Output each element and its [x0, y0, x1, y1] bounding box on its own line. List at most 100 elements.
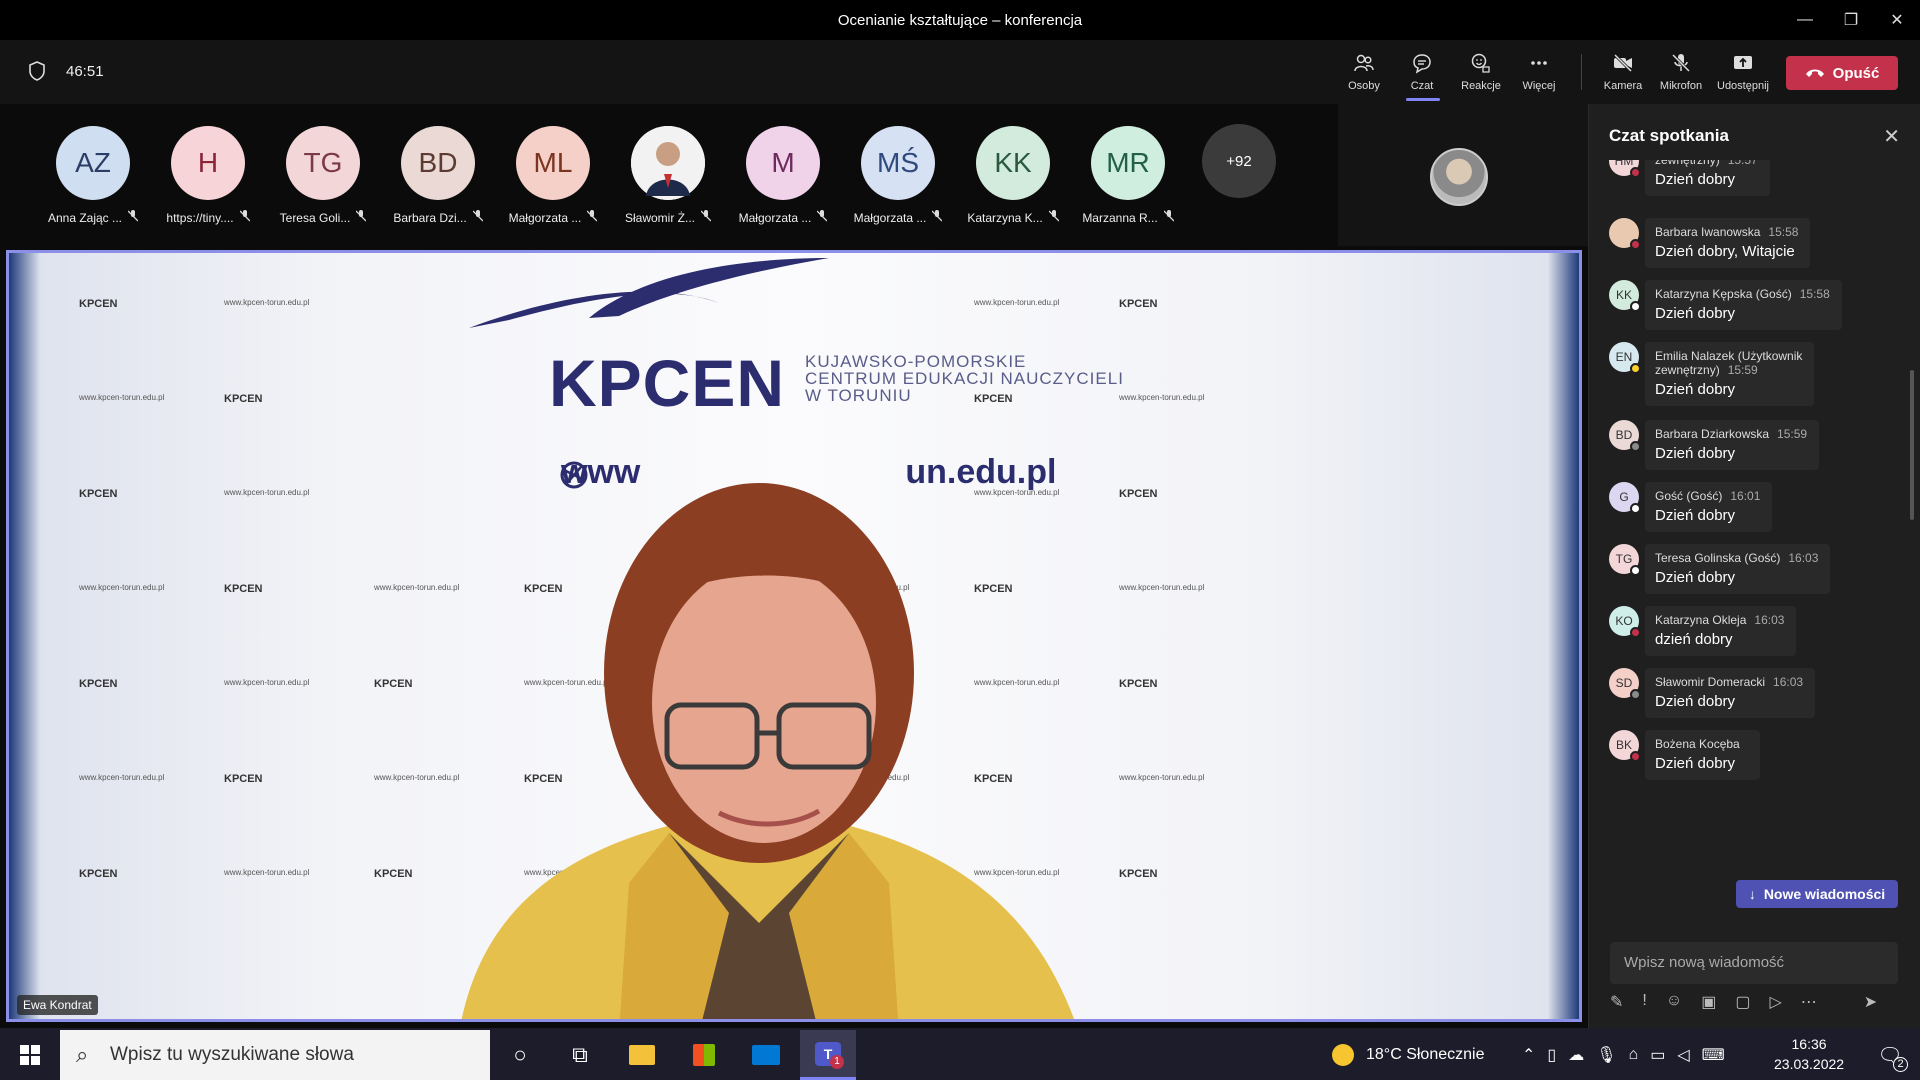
chat-avatar-initials: EN [1615, 350, 1633, 364]
ellipsis-tools-icon[interactable]: ⋯ [1801, 992, 1817, 1016]
chat-message[interactable]: G Gość (Gość) 16:01 Dzień dobry [1609, 482, 1773, 532]
muted-mic-icon [816, 210, 828, 225]
teams-badge: 1 [830, 1055, 844, 1069]
store-icon[interactable] [676, 1030, 732, 1080]
cortana-icon[interactable]: ○ [492, 1030, 548, 1080]
emoji-icon[interactable]: ☺ [1666, 992, 1682, 1016]
teams-taskbar-icon[interactable]: T 1 [800, 1030, 856, 1080]
participant-tile[interactable]: AZ Anna Zając ... [38, 126, 148, 225]
reactions-label: Reakcje [1461, 80, 1501, 92]
loop-icon[interactable]: ▷ [1769, 992, 1781, 1016]
mail-icon[interactable] [738, 1030, 794, 1080]
volume-icon[interactable]: ◁ [1677, 1045, 1689, 1065]
close-window-button[interactable]: ✕ [1874, 0, 1920, 40]
microphone-tray-icon[interactable]: 🎙 [1596, 1045, 1616, 1065]
participant-tile[interactable]: Hhttps://tiny.... [153, 126, 263, 225]
tray-chevron-icon[interactable]: ⌃ [1522, 1045, 1535, 1065]
chat-message[interactable]: BD Barbara Dziarkowska 15:59 Dzień dobry [1609, 420, 1820, 470]
chat-avatar-initials: BD [1615, 428, 1633, 442]
chat-compose-input[interactable]: Wpisz nową wiadomość [1610, 942, 1898, 984]
chat-avatar: BK [1609, 730, 1641, 762]
chat-message[interactable]: Barbara Iwanowska 15:58 Dzień dobry, Witaj… [1609, 218, 1811, 268]
participant-tile[interactable]: BD Barbara Dzi... [383, 126, 493, 225]
format-icon[interactable]: ✎ [1610, 992, 1623, 1016]
share-button[interactable]: Udostępnij [1715, 52, 1771, 100]
chat-message[interactable]: BK Bożena Kocęba Dzień dobry [1609, 730, 1760, 780]
onedrive-icon[interactable]: ☁ [1568, 1045, 1584, 1065]
weather-widget[interactable]: 18°C Słonecznie [1332, 1030, 1484, 1080]
mic-label: Mikrofon [1659, 80, 1703, 92]
wall-url: www.kpcen-torun.edu.pl [79, 393, 165, 402]
more-button[interactable]: Więcej [1511, 52, 1567, 100]
participant-avatar: ML [516, 126, 590, 200]
participant-tile[interactable]: MŚ Małgorzata ... [843, 126, 953, 225]
restore-button[interactable]: ❐ [1828, 0, 1874, 40]
chat-bubble: Barbara Iwanowska 15:58 Dzień dobry, Witaj… [1645, 218, 1811, 268]
participant-name: Teresa Goli... [280, 210, 367, 225]
important-icon[interactable]: ! [1642, 992, 1646, 1016]
notifications-icon[interactable]: 🗨 2 [1862, 1030, 1918, 1080]
participant-avatar: MR [1091, 126, 1165, 200]
chat-text: Dzień dobry [1655, 693, 1736, 710]
ellipsis-icon [1531, 61, 1547, 65]
shield-icon[interactable] [28, 61, 46, 81]
mic-off-icon [1671, 53, 1691, 73]
taskbar-search-input[interactable]: ⌕ Wpisz tu wyszukiwane słowa [60, 1030, 490, 1080]
send-icon[interactable]: ➤ [1864, 992, 1877, 1016]
chat-message[interactable]: SD Sławomir Domeracki 16:03 Dzień dobry [1609, 668, 1816, 718]
sticker-icon[interactable]: ▢ [1735, 992, 1750, 1016]
windows-start-icon[interactable] [2, 1030, 58, 1080]
share-label: Udostępnij [1717, 80, 1769, 92]
participant-tile[interactable]: ML Małgorzata ... [498, 126, 608, 225]
chat-message[interactable]: HM zewnętrzny) 15:57 Dzień dobry [1609, 160, 1770, 196]
chat-sender: Bożena Kocęba [1655, 737, 1740, 751]
task-view-icon[interactable]: ⧉ [552, 1030, 608, 1080]
chat-message[interactable]: KK Katarzyna Kępska (Gość) 15:58 Dzień dobr… [1609, 280, 1842, 330]
chat-message[interactable]: TG Teresa Golinska (Gość) 16:03 Dzień dobry [1609, 544, 1831, 594]
chat-message[interactable]: EN Emilia Nalazek (Użytkownik zewnętrzny) 1… [1609, 342, 1815, 406]
gif-icon[interactable]: ▣ [1701, 992, 1716, 1016]
taskbar-clock[interactable]: 16:36 23.03.2022 [1774, 1034, 1844, 1074]
chat-message-header: Katarzyna Kępska (Gość) 15:58 [1655, 287, 1830, 301]
chat-avatar-initials: KK [1615, 288, 1632, 302]
chat-button[interactable]: Czat [1394, 52, 1450, 100]
wall-logo: KPCEN [79, 298, 118, 310]
participant-name-text: Sławomir Ż... [624, 210, 695, 225]
muted-mic-icon [586, 210, 598, 225]
presence-status-icon [1630, 167, 1641, 178]
battery-icon[interactable]: ▭ [1650, 1045, 1665, 1065]
chat-active-indicator [1406, 98, 1440, 101]
participant-name-text: Małgorzata ... [508, 210, 582, 225]
keyboard-icon[interactable]: ⌨ [1702, 1045, 1725, 1065]
people-button[interactable]: Osoby [1336, 52, 1392, 100]
participant-tile[interactable]: Sławomir Ż... [613, 126, 723, 225]
presence-status-icon [1630, 363, 1641, 374]
file-explorer-icon[interactable] [614, 1030, 670, 1080]
chat-text: dzień dobry [1655, 631, 1733, 648]
participant-name: Małgorzata ... [854, 210, 943, 225]
chat-avatar: G [1609, 482, 1641, 514]
chat-bubble: Barbara Dziarkowska 15:59 Dzień dobry [1645, 420, 1820, 470]
network-icon[interactable]: ⌂ [1629, 1046, 1639, 1064]
chat-message-header: Bożena Kocęba [1655, 737, 1748, 751]
reactions-button[interactable]: Reakcje [1453, 52, 1509, 100]
clock-date: 23.03.2022 [1774, 1056, 1845, 1072]
chat-messages[interactable]: HM zewnętrzny) 15:57 Dzień dobry Barbara Iwa… [1589, 160, 1920, 904]
minimize-button[interactable]: — [1782, 0, 1828, 40]
device-icon[interactable]: ▯ [1547, 1045, 1556, 1065]
close-chat-icon[interactable]: ✕ [1883, 124, 1900, 149]
chat-avatar: KK [1609, 280, 1641, 312]
chat-message[interactable]: KO Katarzyna Okleja 16:03 dzień dobry [1609, 606, 1797, 656]
participant-tile[interactable]: MR Marzanna R... [1073, 126, 1183, 225]
overflow-participants-button[interactable]: +92 [1202, 124, 1276, 198]
mic-button[interactable]: Mikrofon [1653, 52, 1709, 100]
participant-tile[interactable]: KK Katarzyna K... [958, 126, 1068, 225]
participant-tile[interactable]: TG Teresa Goli... [268, 126, 378, 225]
new-messages-button[interactable]: ↓ Nowe wiadomości [1736, 880, 1898, 908]
camera-button[interactable]: Kamera [1595, 52, 1651, 100]
main-video[interactable]: KPCEN www.kpcen-torun.edu.pl www.kpcen-tor… [6, 250, 1582, 1022]
leave-button[interactable]: Opuść [1786, 56, 1898, 90]
chat-message-header: Katarzyna Okleja 16:03 [1655, 613, 1784, 627]
chat-scrollbar[interactable] [1910, 370, 1914, 520]
participant-tile[interactable]: M Małgorzata ... [728, 126, 838, 225]
